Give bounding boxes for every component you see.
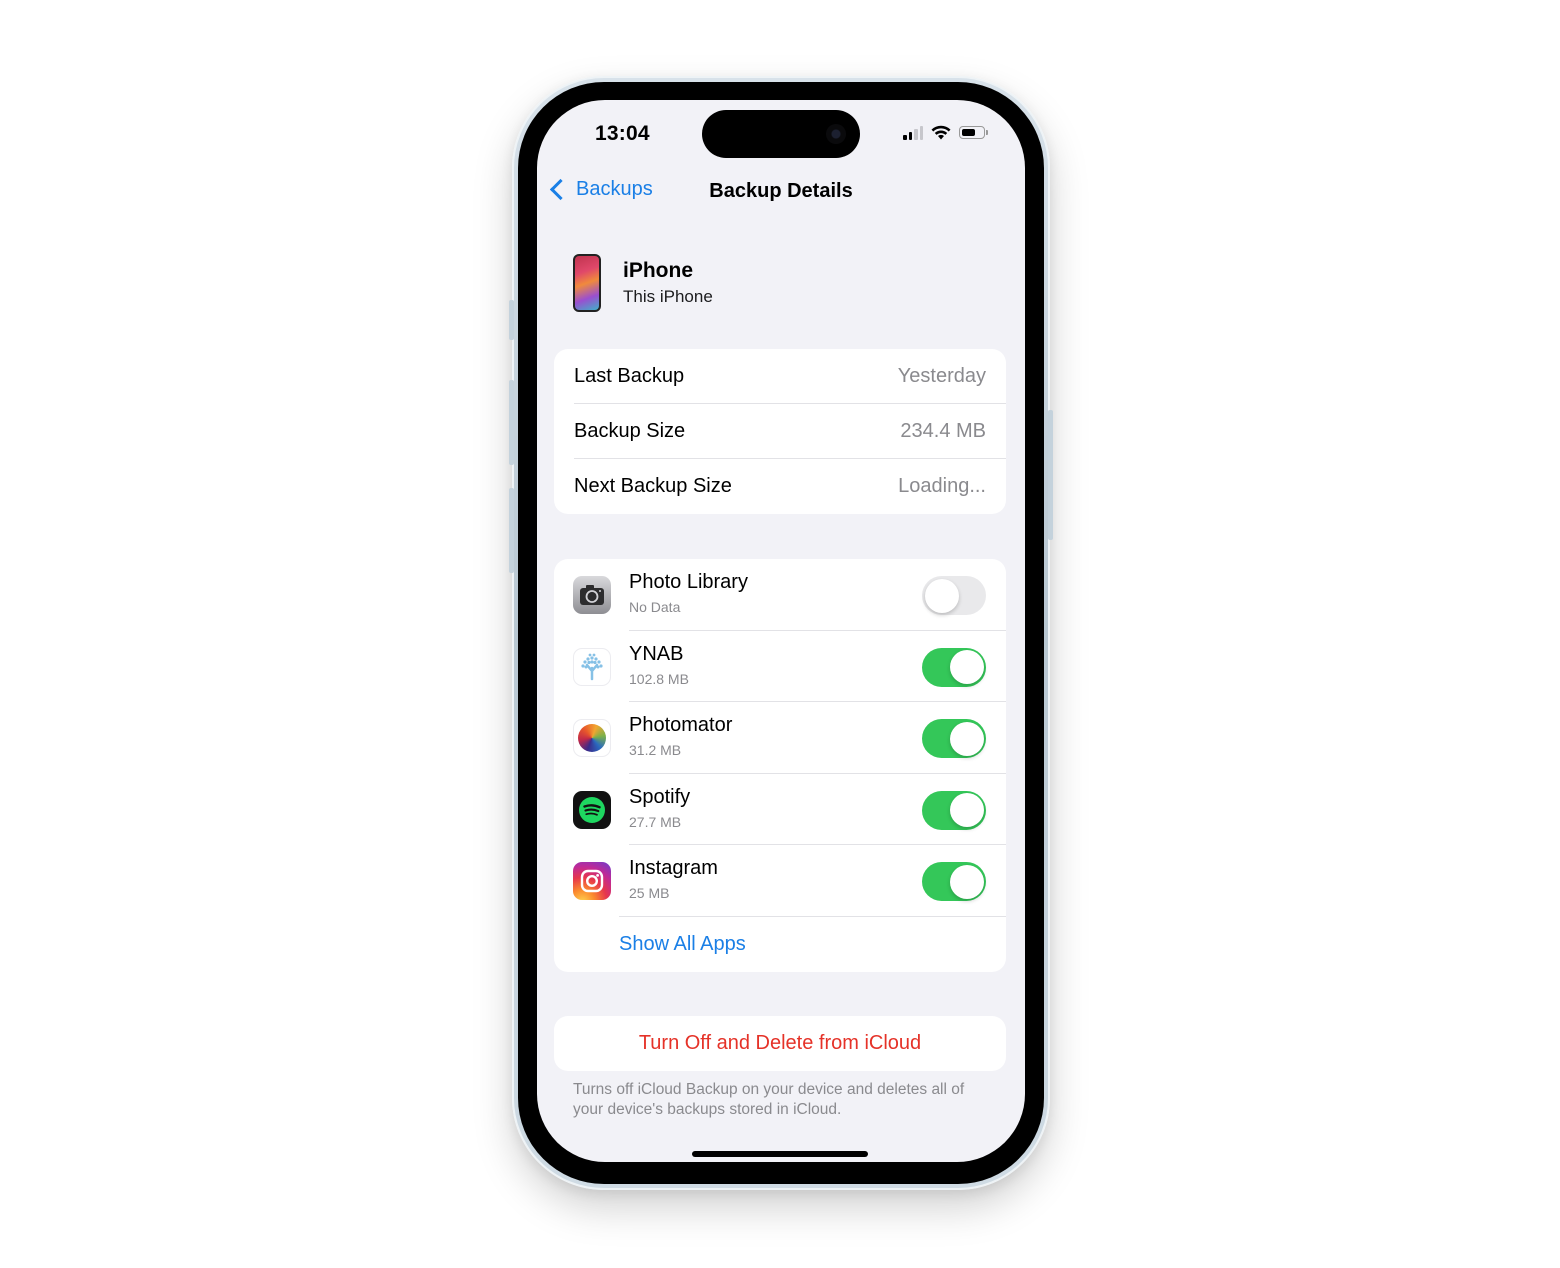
spotify-icon [573, 790, 611, 829]
app-name: Photo Library [629, 571, 748, 593]
app-row-instagram: Instagram 25 MB [554, 845, 1006, 917]
app-row-photomator: Photomator 31.2 MB [554, 702, 1006, 774]
info-label: Last Backup [574, 365, 685, 387]
device-subtitle: This iPhone [623, 287, 713, 306]
camera-icon [573, 576, 611, 614]
cellular-signal-icon [903, 125, 923, 140]
dynamic-island [702, 110, 860, 158]
app-name: Spotify [629, 785, 691, 808]
row-divider [619, 915, 1006, 917]
status-icons [903, 125, 988, 140]
app-name: YNAB [629, 642, 684, 665]
app-size: 31.2 MB [629, 742, 682, 758]
device-name: iPhone [623, 259, 694, 282]
info-value: 234.4 MB [900, 420, 986, 442]
info-value: Yesterday [897, 365, 986, 387]
footnote-text: Turns off iCloud Backup on your device a… [573, 1081, 965, 1118]
photo-library-backup-toggle[interactable] [922, 576, 986, 615]
instagram-backup-toggle[interactable] [922, 862, 986, 901]
turn-off-delete-label: Turn Off and Delete from iCloud [638, 1032, 922, 1054]
backup-info-card: Last Backup Yesterday Backup Size 234.4 … [554, 349, 1006, 514]
battery-icon [959, 126, 988, 139]
photomator-icon [573, 719, 611, 757]
home-indicator[interactable] [692, 1151, 868, 1157]
app-name: Instagram [629, 857, 718, 879]
phone-screen: 13:04 Backups Backup Details iPhone This… [537, 100, 1025, 1162]
app-row-spotify: Spotify 27.7 MB [554, 774, 1006, 845]
page-title: Backup Details [709, 180, 853, 202]
instagram-icon [573, 862, 611, 900]
iphone-device-icon [573, 254, 601, 312]
info-label: Backup Size [574, 420, 686, 442]
power-button [1048, 410, 1053, 540]
action-button [509, 300, 514, 340]
turn-off-delete-button[interactable]: Turn Off and Delete from iCloud [554, 1016, 1006, 1071]
volume-up-button [509, 380, 514, 465]
app-size: 102.8 MB [629, 670, 689, 687]
volume-down-button [509, 488, 514, 573]
show-all-apps-link[interactable]: Show All Apps [554, 917, 1006, 972]
status-time: 13:04 [595, 122, 650, 145]
wifi-icon [931, 125, 951, 140]
app-size: 25 MB [629, 885, 670, 901]
front-camera [826, 124, 846, 144]
info-row-last-backup: Last Backup Yesterday [554, 349, 1006, 404]
photomator-backup-toggle[interactable] [922, 719, 986, 758]
info-row-backup-size: Backup Size 234.4 MB [554, 404, 1006, 459]
navigation-bar: Backups Backup Details [537, 176, 1025, 212]
info-label: Next Backup Size [574, 475, 732, 497]
app-name: Photomator [629, 714, 733, 736]
ynab-backup-toggle[interactable] [922, 647, 986, 687]
spotify-backup-toggle[interactable] [922, 790, 986, 830]
ynab-icon [573, 647, 611, 686]
app-size: 27.7 MB [629, 813, 682, 830]
apps-card: Photo Library No Data YNAB 102.8 MB Phot… [554, 559, 1006, 972]
info-value: Loading... [898, 475, 986, 497]
app-row-ynab: YNAB 102.8 MB [554, 631, 1006, 702]
app-row-photo-library: Photo Library No Data [554, 559, 1006, 631]
app-size: No Data [629, 599, 681, 615]
device-header: iPhone This iPhone [573, 254, 713, 312]
info-row-next-backup-size: Next Backup Size Loading... [554, 459, 1006, 514]
